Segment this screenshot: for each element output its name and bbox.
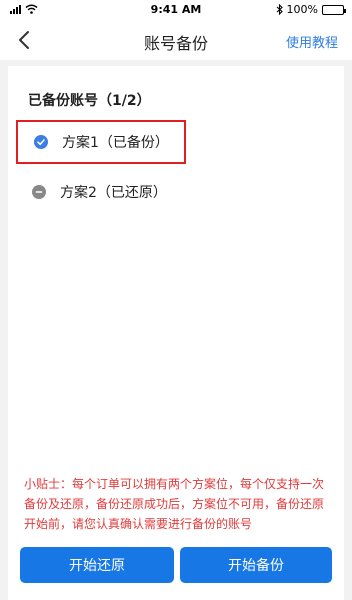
battery-percent: 100% bbox=[286, 3, 318, 16]
option-plan-2[interactable]: 方案2（已还原） bbox=[16, 170, 186, 214]
bluetooth-icon bbox=[276, 4, 283, 15]
check-icon bbox=[34, 135, 48, 149]
option-label: 方案2（已还原） bbox=[60, 185, 167, 201]
option-label: 方案1（已备份） bbox=[62, 135, 169, 151]
option-plan-1[interactable]: 方案1（已备份） bbox=[16, 120, 186, 164]
status-right: 100% bbox=[276, 3, 346, 16]
nav-bar: 账号备份 使用教程 bbox=[0, 20, 352, 60]
start-restore-button[interactable]: 开始还原 bbox=[20, 547, 174, 583]
battery-icon bbox=[322, 4, 346, 15]
section-title: 已备份账号（1/2） bbox=[28, 93, 151, 109]
help-link[interactable]: 使用教程 bbox=[286, 32, 338, 51]
tip-text: 小贴士：每个订单可以拥有两个方案位，每个仅支持一次备份及还原，备份还原成功后，方… bbox=[24, 477, 325, 531]
status-bar: 9:41 AM 100% bbox=[0, 0, 352, 20]
start-backup-button[interactable]: 开始备份 bbox=[180, 547, 332, 583]
minus-icon bbox=[32, 185, 46, 199]
